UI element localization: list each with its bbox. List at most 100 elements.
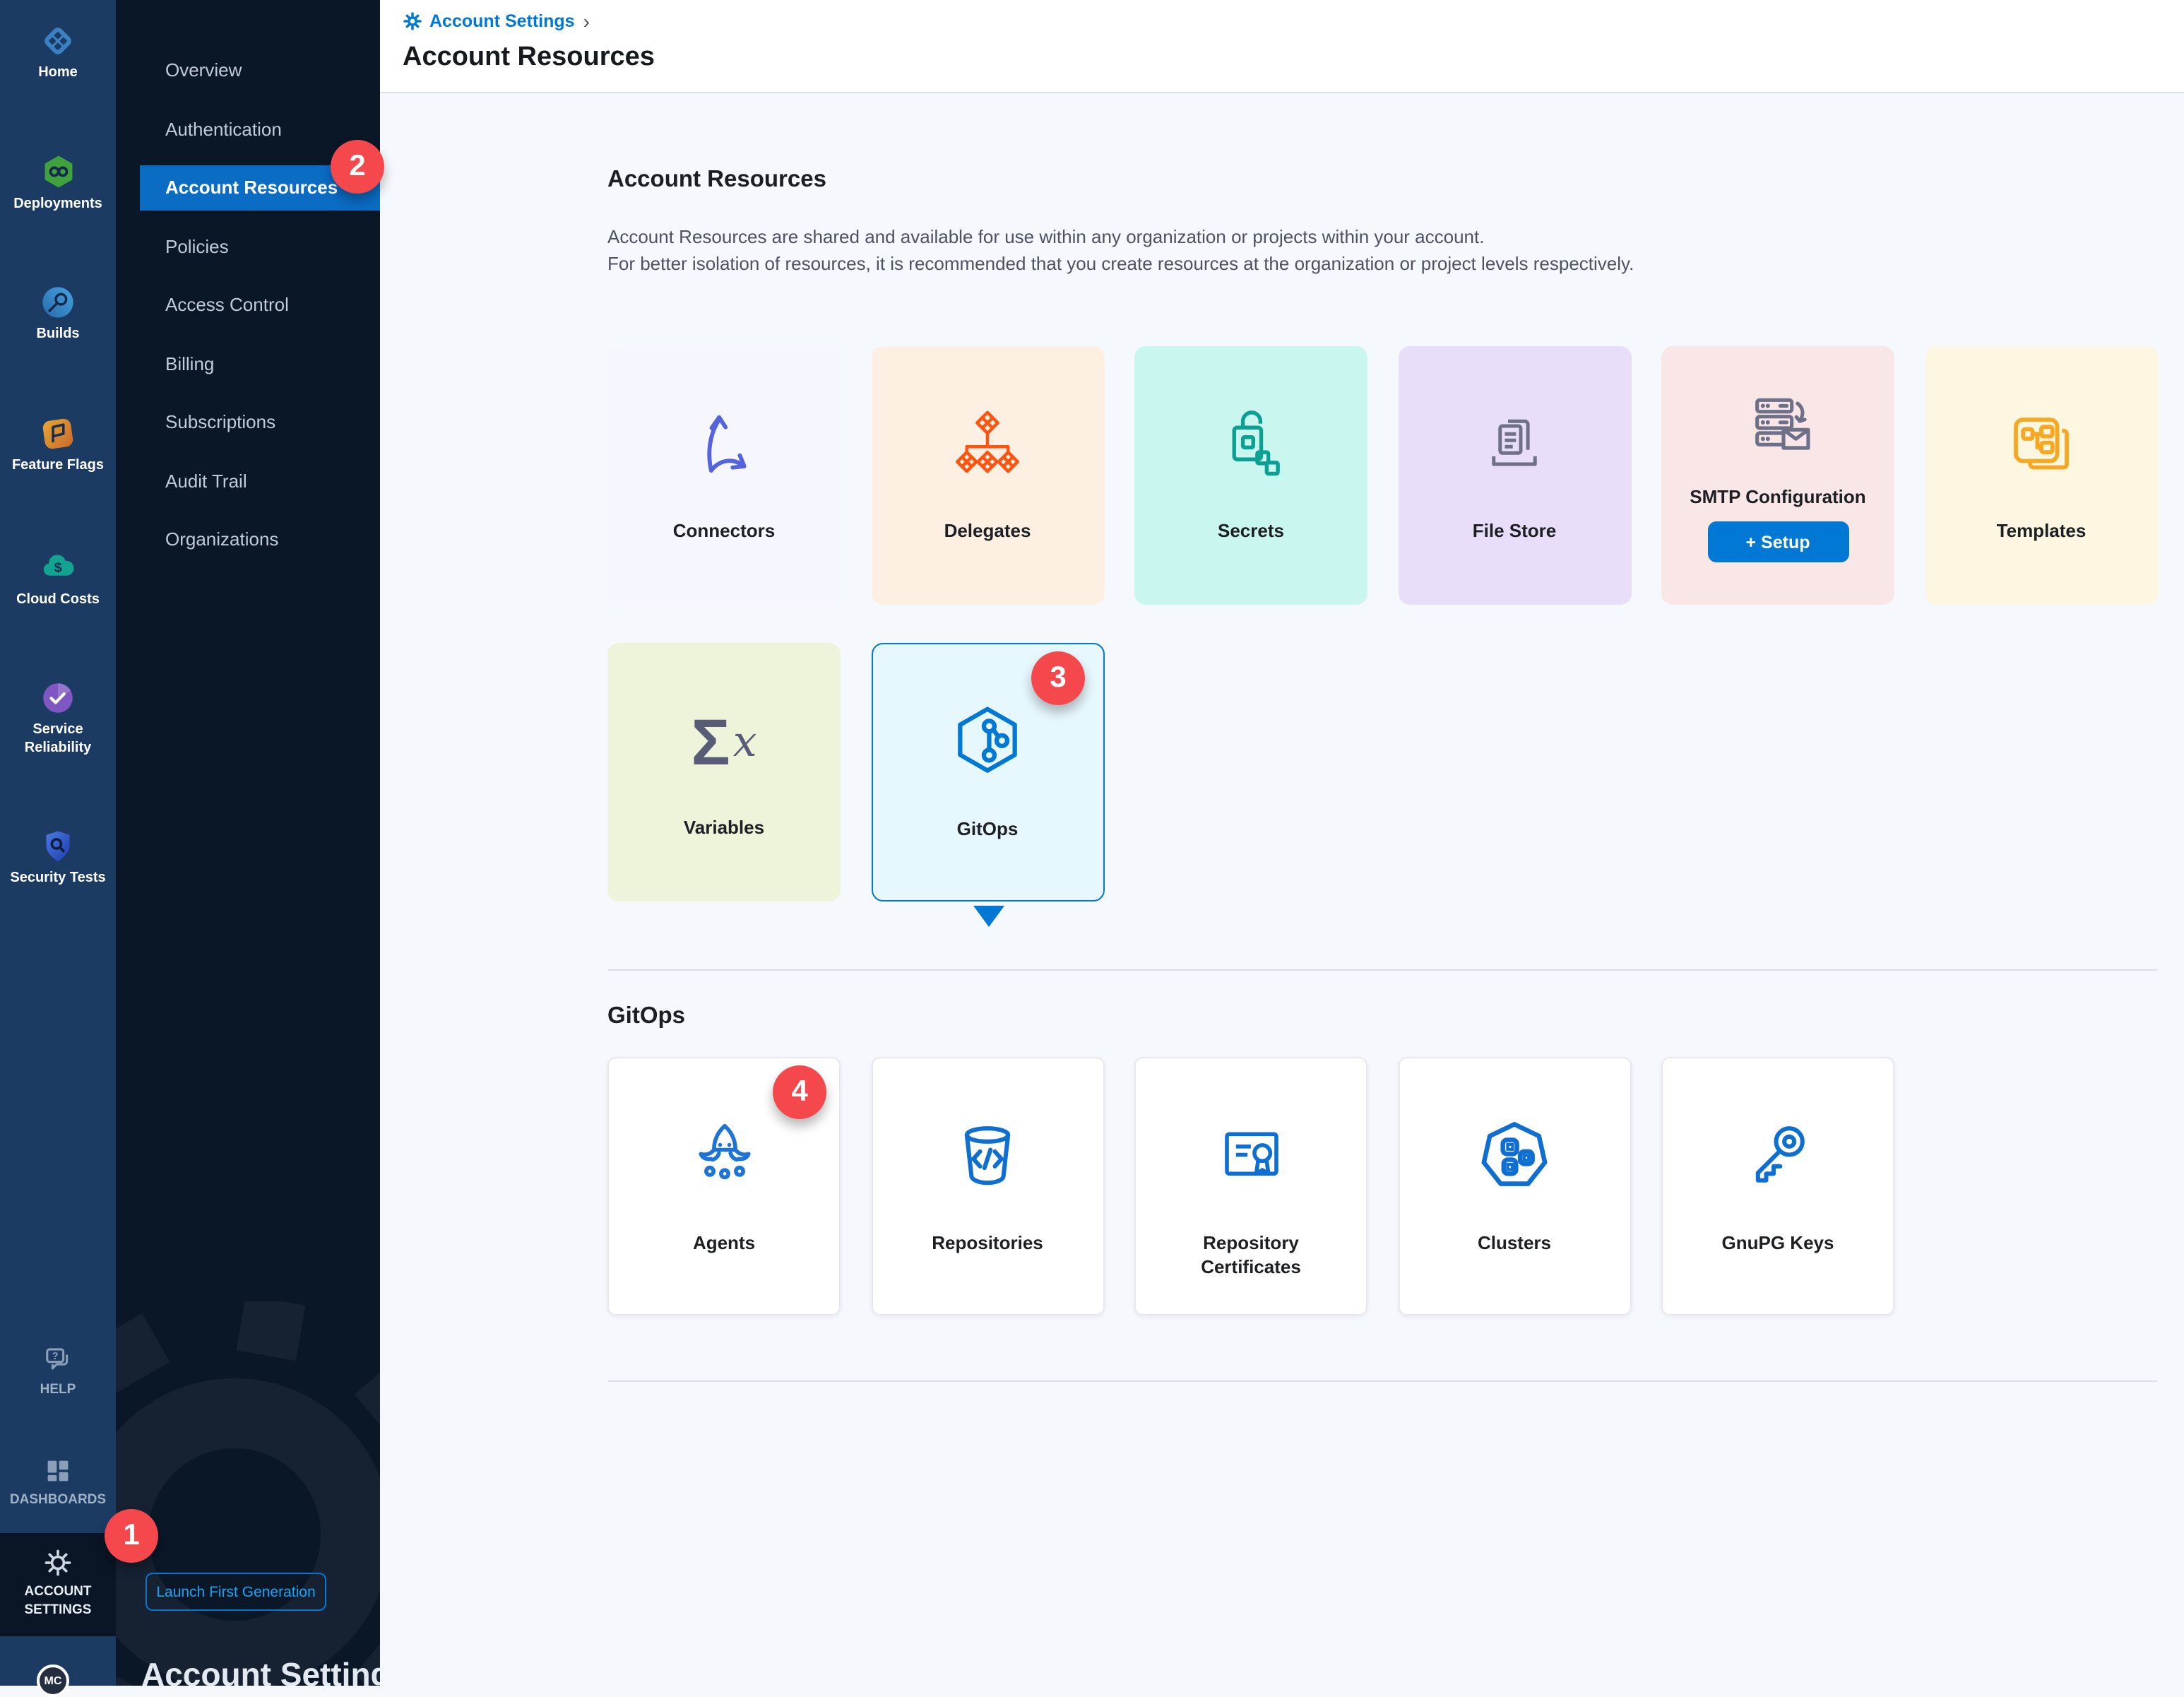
launch-first-generation-button[interactable]: Launch First Generation	[146, 1573, 326, 1611]
key-icon	[1738, 1118, 1817, 1197]
rail-item-home[interactable]: Home	[0, 23, 116, 83]
chevron-right-icon: ›	[583, 13, 590, 30]
feature-flags-icon	[40, 415, 76, 452]
squid-icon	[684, 1118, 764, 1197]
description-line-1: Account Resources are shared and availab…	[607, 223, 1634, 250]
card-gnupg-keys[interactable]: GnuPG Keys	[1661, 1057, 1894, 1315]
menu-item-billing[interactable]: Billing	[116, 334, 380, 393]
rail-item-help[interactable]: ? HELP	[0, 1345, 116, 1400]
card-label: File Store	[1453, 519, 1577, 543]
secrets-icon	[1213, 407, 1289, 483]
gear-watermark-icon	[116, 1301, 380, 1686]
menu-item-access-control[interactable]: Access Control	[116, 276, 380, 334]
card-label: Variables	[664, 815, 784, 839]
card-repositories[interactable]: Repositories	[871, 1057, 1104, 1315]
rail-label: Deployments	[11, 196, 105, 214]
card-label: Repository Certificates	[1136, 1231, 1366, 1279]
card-smtp-configuration[interactable]: SMTP Configuration + Setup	[1661, 346, 1894, 605]
card-templates[interactable]: Templates	[1925, 346, 2158, 605]
gear-icon	[403, 11, 422, 31]
main-content: Account Settings › Account Resources Acc…	[380, 0, 2184, 1686]
gitops-icon	[946, 702, 1028, 784]
gear-icon	[42, 1547, 73, 1578]
card-label: Templates	[1977, 519, 2106, 543]
menu-item-policies[interactable]: Policies	[116, 217, 380, 276]
rail-item-account-settings[interactable]: ACCOUNT SETTINGS	[0, 1533, 116, 1636]
help-icon: ?	[42, 1345, 73, 1376]
home-icon	[40, 23, 76, 59]
card-label: Clusters	[1458, 1231, 1571, 1255]
card-delegates[interactable]: Delegates	[871, 346, 1104, 605]
rail-label: DASHBOARDS	[7, 1492, 109, 1510]
rail-label: Builds	[33, 326, 82, 344]
dashboards-icon	[42, 1455, 73, 1486]
builds-icon	[40, 284, 76, 321]
smtp-setup-button[interactable]: + Setup	[1707, 521, 1848, 562]
delegates-icon	[949, 407, 1026, 483]
rail-item-cloud-costs[interactable]: $ Cloud Costs	[0, 548, 116, 610]
file-store-icon	[1476, 407, 1553, 483]
section-heading-account-resources: Account Resources	[607, 167, 826, 194]
card-repository-certificates[interactable]: Repository Certificates	[1134, 1057, 1367, 1315]
avatar[interactable]: MC	[37, 1665, 69, 1697]
deployments-icon	[39, 153, 77, 191]
rail-item-deployments[interactable]: Deployments	[0, 153, 116, 214]
page-header: Account Settings › Account Resources	[380, 0, 2184, 93]
annotation-badge-3: 3	[1031, 651, 1085, 705]
rail-item-security-tests[interactable]: Security Tests	[0, 828, 116, 888]
card-label: Agents	[673, 1231, 775, 1255]
card-clusters[interactable]: Clusters	[1398, 1057, 1631, 1315]
breadcrumb: Account Settings ›	[403, 11, 590, 31]
svg-text:?: ?	[52, 1351, 59, 1362]
settings-menu: Overview Authentication Account Resource…	[116, 41, 380, 569]
rail-label: Service Reliability	[0, 722, 116, 757]
resource-card-row-1: Connectors Delegates Secrets File Store …	[607, 346, 2158, 605]
card-connectors[interactable]: Connectors	[607, 346, 841, 605]
resource-card-row-2: Σx Variables GitOps	[607, 643, 1104, 901]
card-label: GnuPG Keys	[1702, 1231, 1854, 1255]
page-title: Account Resources	[403, 42, 655, 73]
rail-label: Cloud Costs	[13, 592, 102, 610]
section-heading-gitops: GitOps	[607, 1003, 685, 1030]
card-label: Secrets	[1198, 519, 1304, 543]
card-label: GitOps	[937, 817, 1038, 841]
sidebar-footer-title: Account Settings	[141, 1656, 380, 1686]
rail-label: ACCOUNT SETTINGS	[0, 1584, 116, 1619]
settings-sidebar: Overview Authentication Account Resource…	[116, 0, 380, 1686]
rail-label: Feature Flags	[9, 458, 107, 475]
menu-item-organizations[interactable]: Organizations	[116, 510, 380, 569]
rail-item-builds[interactable]: Builds	[0, 284, 116, 344]
svg-text:$: $	[54, 560, 61, 575]
repository-bucket-icon	[948, 1118, 1027, 1197]
cloud-costs-icon: $	[39, 548, 77, 586]
rail-item-feature-flags[interactable]: Feature Flags	[0, 415, 116, 475]
annotation-badge-1: 1	[105, 1509, 158, 1563]
description-line-2: For better isolation of resources, it is…	[607, 250, 1634, 277]
selection-arrow-icon	[973, 906, 1004, 927]
security-tests-icon	[40, 828, 76, 865]
rail-item-service-reliability[interactable]: Service Reliability	[0, 680, 116, 757]
certificate-icon	[1211, 1118, 1290, 1197]
divider	[607, 1380, 2157, 1382]
card-label: Connectors	[653, 519, 795, 543]
service-reliability-icon	[40, 680, 76, 716]
divider	[607, 969, 2157, 971]
clusters-icon	[1475, 1118, 1554, 1197]
templates-icon	[2003, 407, 2079, 483]
rail-label: HELP	[37, 1382, 79, 1400]
card-variables[interactable]: Σx Variables	[607, 643, 841, 901]
menu-item-audit-trail[interactable]: Audit Trail	[116, 451, 380, 510]
menu-item-subscriptions[interactable]: Subscriptions	[116, 393, 380, 451]
rail-label: Security Tests	[7, 870, 108, 888]
rail-item-dashboards[interactable]: DASHBOARDS	[0, 1455, 116, 1510]
annotation-badge-4: 4	[773, 1065, 826, 1119]
rail-label: Home	[35, 65, 81, 83]
menu-item-overview[interactable]: Overview	[116, 41, 380, 100]
breadcrumb-link-account-settings[interactable]: Account Settings	[429, 11, 575, 31]
card-secrets[interactable]: Secrets	[1134, 346, 1367, 605]
module-rail: Home Deployments Builds Feature Flags $ …	[0, 0, 116, 1686]
card-label: SMTP Configuration	[1670, 485, 1885, 509]
card-file-store[interactable]: File Store	[1398, 346, 1631, 605]
card-label: Delegates	[925, 519, 1051, 543]
variables-icon: Σx	[691, 685, 756, 798]
